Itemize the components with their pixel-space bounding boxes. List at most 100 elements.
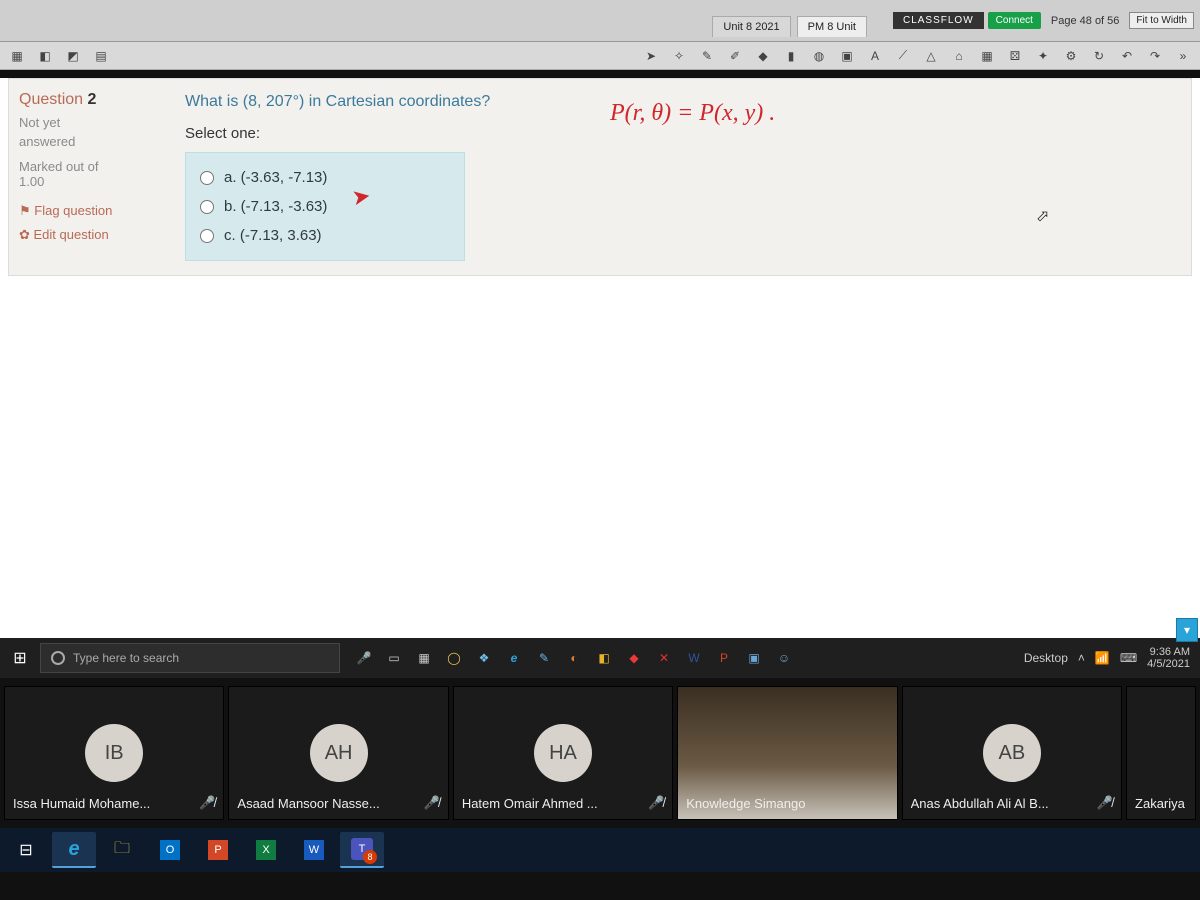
dice-tool-icon[interactable]: ⚄ — [1004, 45, 1026, 67]
question-status: answered — [19, 134, 159, 149]
undo-tool-icon[interactable]: ↶ — [1116, 45, 1138, 67]
participant-tile[interactable]: IB Issa Humaid Mohame... 🎤̸ — [4, 686, 224, 820]
question-status: Not yet — [19, 115, 159, 130]
tool-generic-icon[interactable]: ▦ — [6, 45, 28, 67]
pen-tool-icon[interactable]: ✎ — [696, 45, 718, 67]
flag-question-link[interactable]: Flag question — [19, 203, 159, 219]
redo-tool-icon[interactable]: ↷ — [1144, 45, 1166, 67]
participant-tile-video[interactable]: Knowledge Simango — [677, 686, 897, 820]
word-icon[interactable]: W — [684, 648, 704, 668]
app-icon[interactable]: ❖ — [474, 648, 494, 668]
app-icon[interactable]: ◧ — [594, 648, 614, 668]
chrome-icon[interactable]: ◯ — [444, 648, 464, 668]
radio-a[interactable] — [200, 171, 214, 185]
powerpoint-icon[interactable]: P — [714, 648, 734, 668]
refresh-tool-icon[interactable]: ↻ — [1088, 45, 1110, 67]
edge-icon[interactable]: e — [504, 648, 524, 668]
answer-option-a[interactable]: a. (-3.63, -7.13) — [200, 163, 450, 192]
mute-icon: 🎤̸ — [199, 795, 215, 811]
eraser-tool-icon[interactable]: ◍ — [808, 45, 830, 67]
camera-tool-icon[interactable]: ▣ — [836, 45, 858, 67]
app-icon[interactable]: ☺ — [774, 648, 794, 668]
taskview-icon[interactable]: ▭ — [384, 648, 404, 668]
app-icon[interactable]: ▣ — [744, 648, 764, 668]
taskbar-tray: Desktop ˄ 📶 ⌨ 9:36 AM 4/5/2021 — [1024, 646, 1200, 670]
radio-b[interactable] — [200, 200, 214, 214]
avatar: AB — [983, 724, 1041, 782]
text-tool-icon[interactable]: A — [864, 45, 886, 67]
start-button[interactable]: ⊞ — [0, 638, 40, 678]
teams-participant-strip: IB Issa Humaid Mohame... 🎤̸ AH Asaad Man… — [0, 678, 1200, 828]
app-icon[interactable]: ◆ — [624, 648, 644, 668]
question-number: Question 2 — [19, 91, 159, 109]
search-box[interactable]: Type here to search — [40, 643, 340, 673]
question-marks-value: 1.00 — [19, 174, 159, 189]
more-tool-icon[interactable]: ▦ — [976, 45, 998, 67]
tool-generic-icon[interactable]: ▤ — [90, 45, 112, 67]
select-one-label: Select one: — [185, 125, 1175, 142]
answer-text: b. (-7.13, -3.63) — [224, 198, 327, 215]
teams-badge: 8 — [363, 850, 377, 864]
answer-option-b[interactable]: b. (-7.13, -3.63) — [200, 192, 450, 221]
zoom-fit-dropdown[interactable]: Fit to Width — [1129, 12, 1194, 29]
excel-button[interactable]: X — [244, 832, 288, 868]
taskview-button[interactable]: ⊟ — [4, 832, 48, 868]
mic-icon[interactable]: 🎤 — [354, 648, 374, 668]
taskbar-apps: 🎤 ▭ ▦ ◯ ❖ e ✎ ◐ ◧ ◆ ✕ W P ▣ ☺ — [354, 648, 794, 668]
participant-tile[interactable]: Zakariya — [1126, 686, 1196, 820]
wand-tool-icon[interactable]: ✧ — [668, 45, 690, 67]
edge-icon: e — [68, 838, 79, 861]
mouse-cursor-icon: ⬀ — [1036, 206, 1049, 226]
cortana-icon — [51, 651, 65, 665]
more-tool-icon[interactable]: ✦ — [1032, 45, 1054, 67]
mute-icon: 🎤̸ — [648, 795, 664, 811]
file-explorer-button[interactable]: 🗀 — [100, 832, 144, 868]
radio-c[interactable] — [200, 229, 214, 243]
powerpoint-button[interactable]: P — [196, 832, 240, 868]
shape-tool-icon[interactable]: ◆ — [752, 45, 774, 67]
answer-option-c[interactable]: c. (-7.13, 3.63) — [200, 221, 450, 250]
excel-icon: X — [256, 840, 276, 860]
tool-generic-icon[interactable]: ◧ — [34, 45, 56, 67]
chevron-up-icon[interactable]: ˄ — [1078, 651, 1085, 665]
connect-button[interactable]: Connect — [988, 12, 1041, 29]
answer-text: a. (-3.63, -7.13) — [224, 169, 327, 186]
participant-tile[interactable]: HA Hatem Omair Ahmed ... 🎤̸ — [453, 686, 673, 820]
app-icon[interactable]: ✎ — [534, 648, 554, 668]
question-card: Question 2 Not yet answered Marked out o… — [8, 78, 1192, 276]
fill-tool-icon[interactable]: ▮ — [780, 45, 802, 67]
browser-dock-icon[interactable]: ▾ — [1176, 618, 1198, 642]
firefox-icon[interactable]: ◐ — [564, 648, 584, 668]
participant-tile[interactable]: AB Anas Abdullah Ali Al B... 🎤̸ — [902, 686, 1122, 820]
desktop-label[interactable]: Desktop — [1024, 651, 1068, 665]
close-icon[interactable]: ✕ — [654, 648, 674, 668]
edge-button[interactable]: e — [52, 832, 96, 868]
clock[interactable]: 9:36 AM 4/5/2021 — [1147, 646, 1190, 670]
chevron-right-icon[interactable]: » — [1172, 45, 1194, 67]
doc-tab-1[interactable]: Unit 8 2021 — [712, 16, 790, 37]
mute-icon: 🎤̸ — [1097, 795, 1113, 811]
arrow-tool-icon[interactable]: ➤ — [640, 45, 662, 67]
more-tool-icon[interactable]: △ — [920, 45, 942, 67]
doc-tab-2[interactable]: PM 8 Unit — [797, 16, 867, 37]
ruler-tool-icon[interactable]: ⟋ — [892, 45, 914, 67]
highlighter-tool-icon[interactable]: ✐ — [724, 45, 746, 67]
outlook-button[interactable]: O — [148, 832, 192, 868]
keyboard-icon[interactable]: ⌨ — [1120, 651, 1137, 665]
word-button[interactable]: W — [292, 832, 336, 868]
flipchart-canvas[interactable]: Question 2 Not yet answered Marked out o… — [0, 78, 1200, 638]
avatar: IB — [85, 724, 143, 782]
teams-button[interactable]: T8 — [340, 832, 384, 868]
question-marks-label: Marked out of — [19, 159, 159, 174]
teams-icon: T8 — [351, 838, 373, 860]
tool-generic-icon[interactable]: ◩ — [62, 45, 84, 67]
app-icon[interactable]: ▦ — [414, 648, 434, 668]
handwritten-annotation: P(r, θ) = P(x, y) . — [610, 100, 775, 127]
participant-tile[interactable]: AH Asaad Mansoor Nasse... 🎤̸ — [228, 686, 448, 820]
answer-text: c. (-7.13, 3.63) — [224, 227, 322, 244]
network-icon[interactable]: 📶 — [1095, 651, 1110, 665]
toolbar: ▦ ◧ ◩ ▤ ➤ ✧ ✎ ✐ ◆ ▮ ◍ ▣ A ⟋ △ ⌂ ▦ ⚄ ✦ ⚙ … — [0, 42, 1200, 70]
edit-question-link[interactable]: Edit question — [19, 227, 159, 243]
more-tool-icon[interactable]: ⚙ — [1060, 45, 1082, 67]
more-tool-icon[interactable]: ⌂ — [948, 45, 970, 67]
